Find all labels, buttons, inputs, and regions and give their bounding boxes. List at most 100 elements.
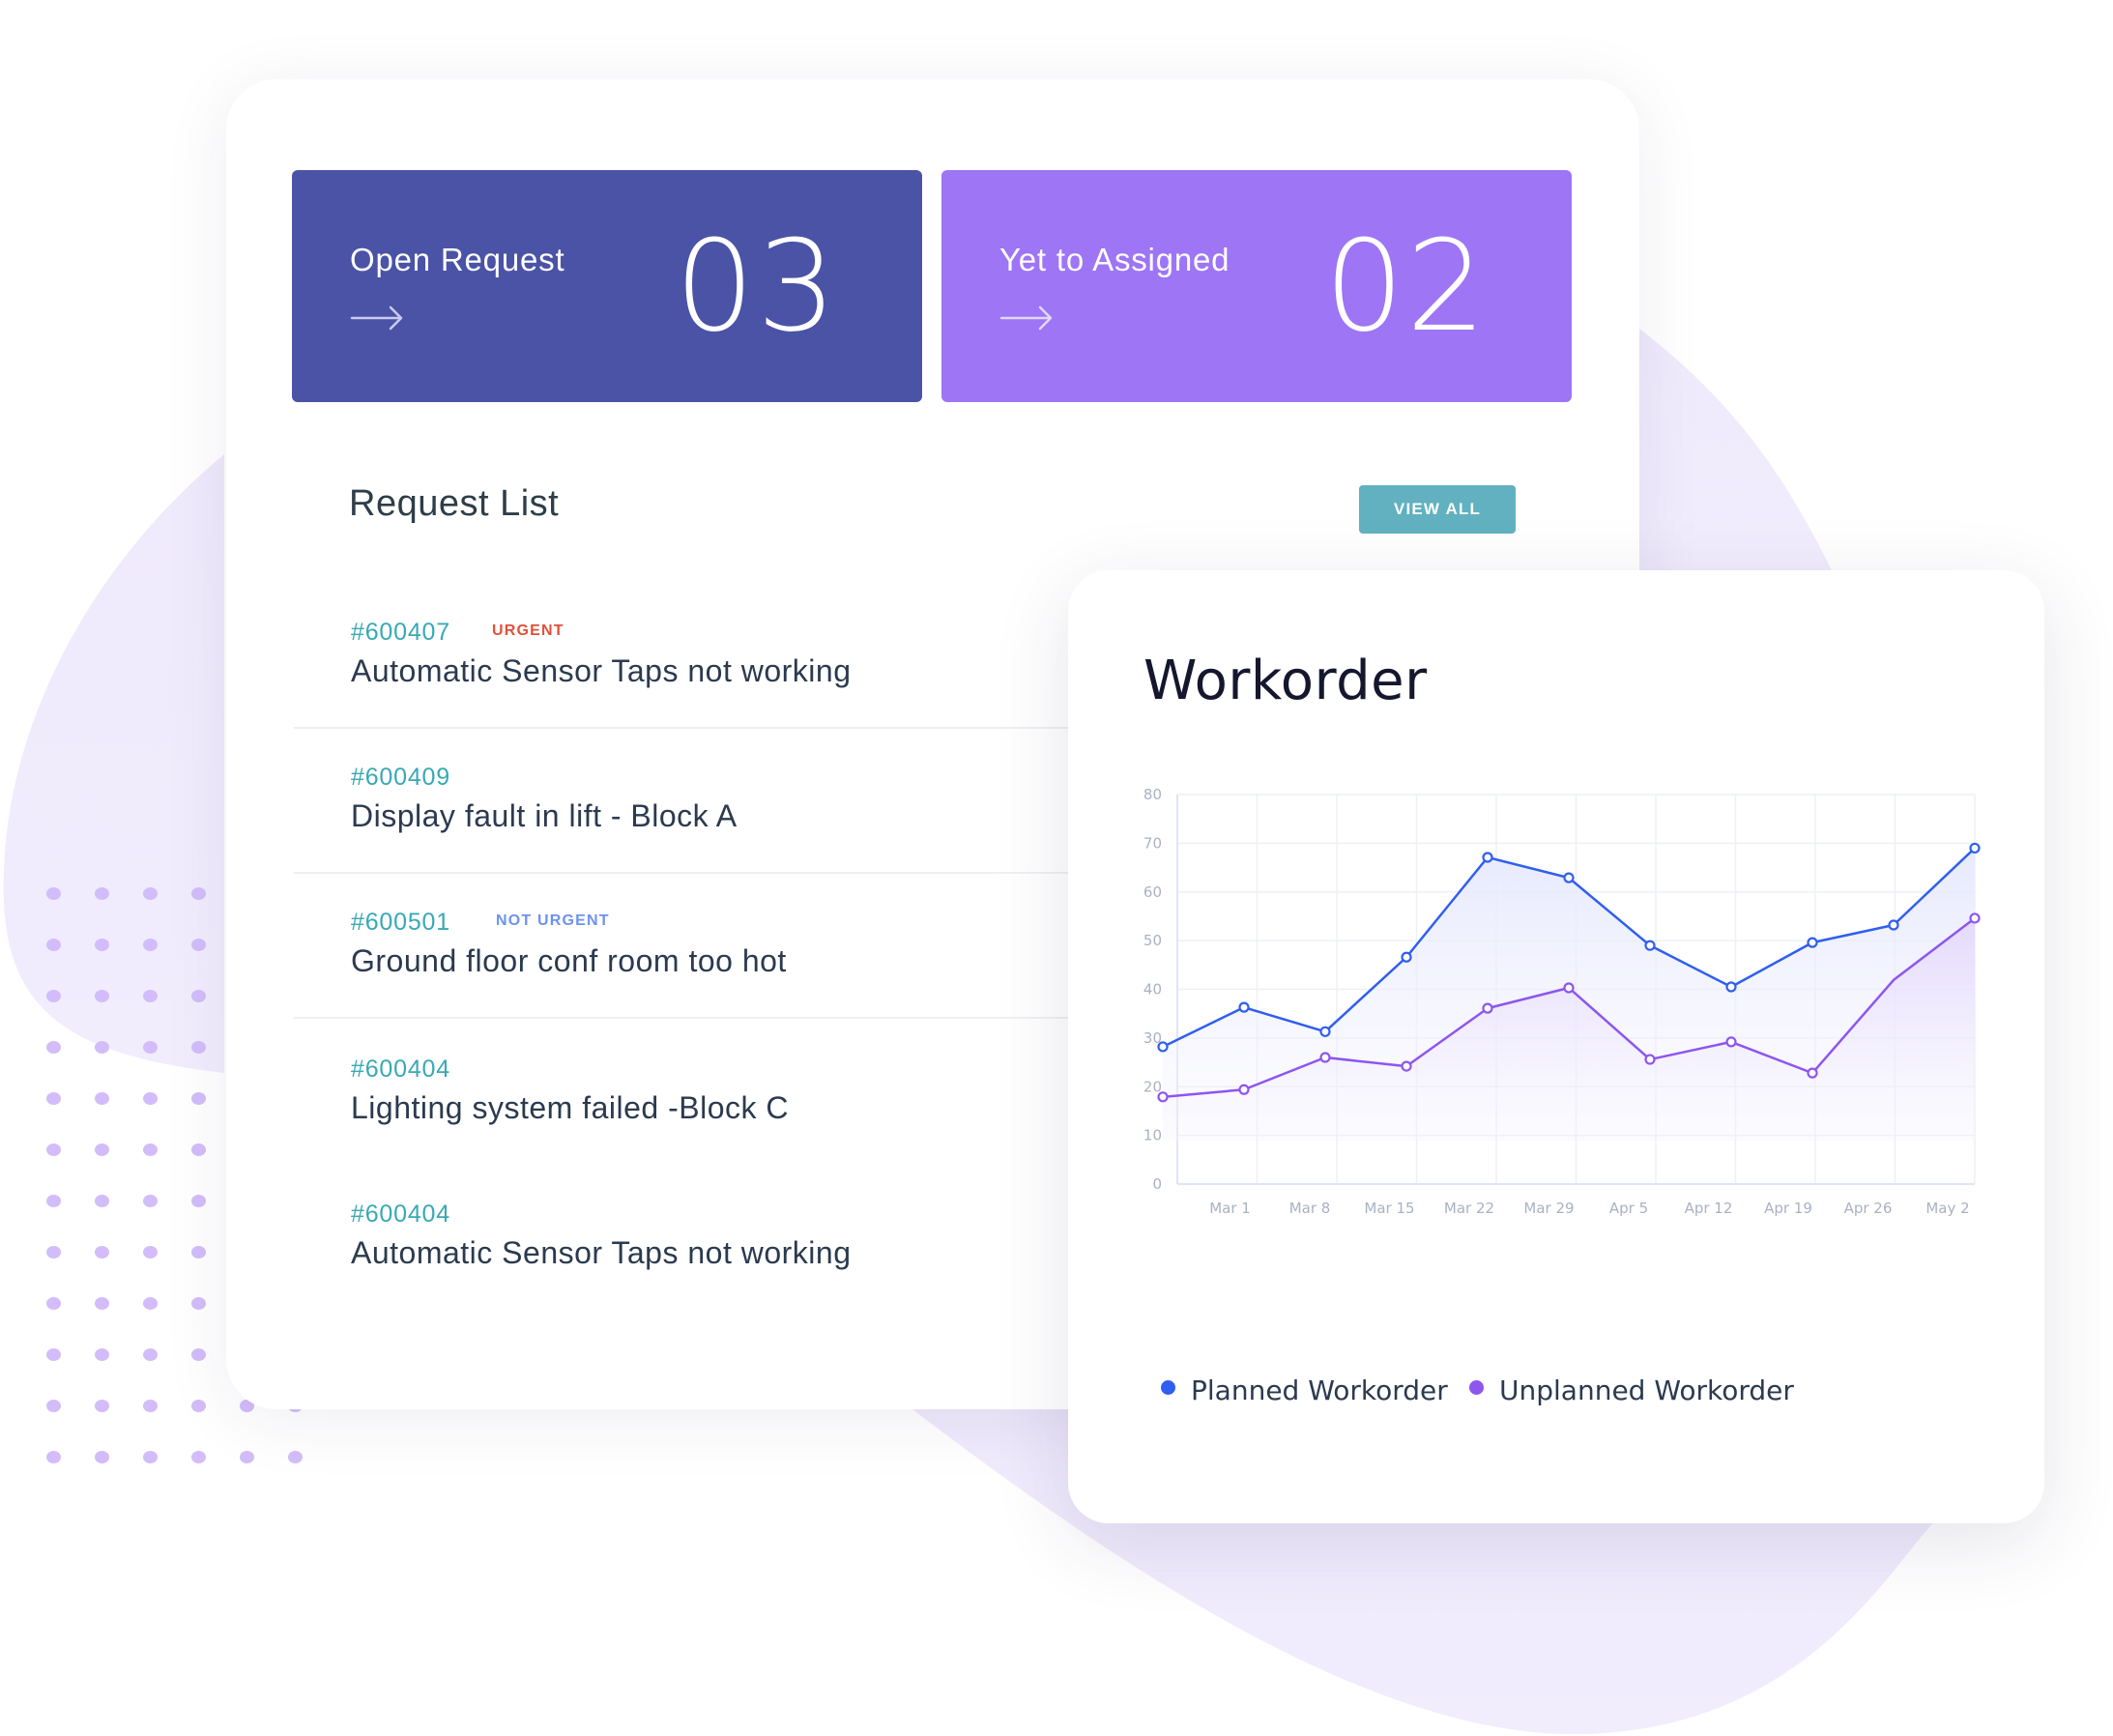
legend-label: Planned Workorder bbox=[1191, 1374, 1448, 1406]
data-point bbox=[1969, 912, 1981, 924]
legend-dot-icon bbox=[1161, 1380, 1175, 1395]
data-point bbox=[1563, 982, 1575, 994]
data-point bbox=[1644, 940, 1656, 951]
request-id: #600407 bbox=[351, 619, 450, 646]
data-point bbox=[1319, 1052, 1331, 1063]
x-tick-label: Apr 12 bbox=[1685, 1200, 1733, 1217]
decorative-dot bbox=[143, 1143, 158, 1156]
decorative-dot bbox=[95, 1246, 109, 1259]
decorative-dot bbox=[46, 1246, 61, 1259]
legend-item-planned[interactable]: Planned Workorder bbox=[1161, 1374, 1448, 1406]
not-urgent-badge: NOT URGENT bbox=[496, 912, 610, 929]
decorative-dot bbox=[143, 990, 158, 1002]
decorative-dot bbox=[143, 1348, 158, 1361]
data-point bbox=[1725, 981, 1737, 993]
decorative-dot bbox=[143, 939, 158, 951]
decorative-dot bbox=[95, 1451, 109, 1463]
decorative-dot bbox=[143, 1195, 158, 1207]
data-point bbox=[1482, 1002, 1493, 1014]
data-point bbox=[1807, 1067, 1818, 1079]
decorative-dot bbox=[46, 887, 61, 900]
decorative-dot bbox=[46, 1092, 61, 1105]
x-tick-label: Apr 19 bbox=[1764, 1200, 1812, 1217]
request-id: #600404 bbox=[351, 1056, 450, 1083]
x-tick-label: Apr 26 bbox=[1844, 1200, 1893, 1217]
request-title: Automatic Sensor Taps not working bbox=[351, 1235, 852, 1270]
data-point bbox=[1888, 919, 1899, 931]
decorative-dot bbox=[143, 1246, 158, 1259]
stat-label: Open Request bbox=[350, 242, 565, 277]
data-point bbox=[1482, 852, 1493, 863]
y-tick-label: 40 bbox=[1143, 981, 1162, 998]
legend-dot-icon bbox=[1469, 1380, 1484, 1395]
decorative-dot bbox=[46, 1297, 61, 1310]
stat-tile-open-request[interactable]: Open Request 03 bbox=[292, 170, 922, 402]
decorative-dot bbox=[191, 887, 206, 900]
decorative-dot bbox=[143, 1451, 158, 1463]
decorative-dot bbox=[143, 1400, 158, 1412]
data-point bbox=[1238, 1084, 1250, 1095]
decorative-dot bbox=[46, 1143, 61, 1156]
decorative-dot bbox=[95, 1297, 109, 1310]
data-point bbox=[1157, 1041, 1169, 1053]
data-point bbox=[1401, 951, 1412, 963]
data-point bbox=[1969, 842, 1981, 854]
data-point bbox=[1644, 1054, 1656, 1065]
decorative-dot bbox=[95, 1041, 109, 1054]
y-tick-label: 50 bbox=[1143, 932, 1162, 949]
request-title: Automatic Sensor Taps not working bbox=[351, 653, 852, 688]
decorative-dot bbox=[143, 1297, 158, 1310]
decorative-dot bbox=[143, 1041, 158, 1054]
x-tick-label: Mar 22 bbox=[1444, 1200, 1494, 1217]
decorative-dot bbox=[95, 1143, 109, 1156]
y-tick-label: 10 bbox=[1143, 1127, 1162, 1144]
x-tick-label: Mar 15 bbox=[1364, 1200, 1414, 1217]
stat-tile-yet-to-assigned[interactable]: Yet to Assigned 02 bbox=[941, 170, 1572, 402]
stat-label: Yet to Assigned bbox=[999, 242, 1230, 277]
arrow-right-icon bbox=[999, 305, 1053, 331]
x-tick-label: Mar 8 bbox=[1289, 1200, 1331, 1217]
x-tick-label: Mar 1 bbox=[1209, 1200, 1251, 1217]
x-tick-label: May 2 bbox=[1925, 1200, 1969, 1217]
decorative-dot bbox=[46, 1400, 61, 1412]
decorative-dot bbox=[46, 939, 61, 951]
legend-item-unplanned[interactable]: Unplanned Workorder bbox=[1469, 1374, 1794, 1406]
decorative-dot bbox=[240, 1451, 254, 1463]
x-tick-label: Apr 5 bbox=[1609, 1200, 1648, 1217]
arrow-right-icon bbox=[350, 305, 403, 331]
request-id: #600404 bbox=[351, 1201, 450, 1228]
decorative-dot bbox=[143, 887, 158, 900]
decorative-dot bbox=[191, 1195, 206, 1207]
decorative-dot bbox=[95, 939, 109, 951]
request-id: #600409 bbox=[351, 764, 450, 791]
y-tick-label: 60 bbox=[1143, 883, 1162, 901]
decorative-dot bbox=[191, 1092, 206, 1105]
decorative-dot bbox=[95, 1195, 109, 1207]
data-point bbox=[1807, 937, 1818, 948]
x-tick-label: Mar 29 bbox=[1523, 1200, 1574, 1217]
decorative-dot bbox=[191, 1041, 206, 1054]
decorative-dot bbox=[191, 1143, 206, 1156]
y-tick-label: 80 bbox=[1143, 786, 1162, 803]
legend-label: Unplanned Workorder bbox=[1499, 1374, 1794, 1406]
y-tick-label: 70 bbox=[1143, 834, 1162, 852]
decorative-dot bbox=[191, 990, 206, 1002]
decorative-dot bbox=[46, 1041, 61, 1054]
decorative-dot bbox=[95, 1092, 109, 1105]
decorative-dot bbox=[46, 1348, 61, 1361]
decorative-dot bbox=[191, 1400, 206, 1412]
decorative-dot bbox=[95, 990, 109, 1002]
view-all-button[interactable]: VIEW ALL bbox=[1359, 485, 1516, 534]
decorative-dot bbox=[191, 1451, 206, 1463]
request-id: #600501 bbox=[351, 909, 450, 936]
decorative-dot bbox=[191, 1297, 206, 1310]
request-title: Display fault in lift - Block A bbox=[351, 798, 738, 833]
decorative-dot bbox=[143, 1092, 158, 1105]
data-point bbox=[1319, 1026, 1331, 1037]
decorative-dot bbox=[191, 939, 206, 951]
decorative-dot bbox=[95, 887, 109, 900]
data-point bbox=[1238, 1001, 1250, 1013]
data-point bbox=[1725, 1036, 1737, 1048]
request-title: Lighting system failed -Block C bbox=[351, 1090, 790, 1125]
urgent-badge: URGENT bbox=[492, 622, 564, 639]
